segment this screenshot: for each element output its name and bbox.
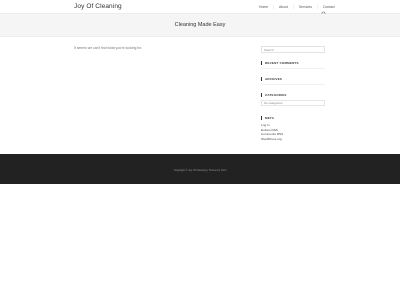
nav-item-home[interactable]: Home	[254, 5, 273, 9]
main-content: It seems we can't find what you're looki…	[74, 46, 142, 50]
divider	[261, 84, 325, 85]
widget-meta: Meta Log in Entries RSS Comments RSS Wor…	[261, 116, 325, 141]
widget-title-archives: Archives	[261, 77, 325, 81]
footer-copyright: Copyright © Joy Of Cleaning | Theme by O…	[173, 169, 227, 172]
sidebar-search-input[interactable]: Search	[261, 46, 325, 53]
widget-title-meta: Meta	[261, 116, 325, 120]
site-footer: Copyright © Joy Of Cleaning | Theme by O…	[0, 154, 400, 184]
widget-categories: Categories No categories	[261, 93, 325, 106]
page-title-bar: Cleaning Made Easy	[0, 14, 400, 37]
categories-select[interactable]: No categories	[261, 100, 325, 106]
meta-link-wordpress[interactable]: WordPress.org	[261, 137, 325, 142]
site-header: Joy Of Cleaning Home About Services Cont…	[0, 0, 400, 17]
sidebar: Search Recent Comments Archives Categori…	[261, 46, 325, 141]
search-icon[interactable]	[321, 4, 327, 17]
widget-title-categories: Categories	[261, 93, 325, 97]
widget-recent-comments: Recent Comments	[261, 61, 325, 69]
divider	[261, 68, 325, 69]
widget-archives: Archives	[261, 77, 325, 85]
nav-item-services[interactable]: Services	[292, 5, 317, 9]
page-title: Cleaning Made Easy	[174, 22, 226, 28]
widget-title-recent-comments: Recent Comments	[261, 61, 325, 65]
site-title[interactable]: Joy Of Cleaning	[74, 3, 122, 10]
nav-item-about[interactable]: About	[273, 5, 293, 9]
meta-list: Log in Entries RSS Comments RSS WordPres…	[261, 123, 325, 141]
not-found-notice: It seems we can't find what you're looki…	[74, 46, 143, 50]
